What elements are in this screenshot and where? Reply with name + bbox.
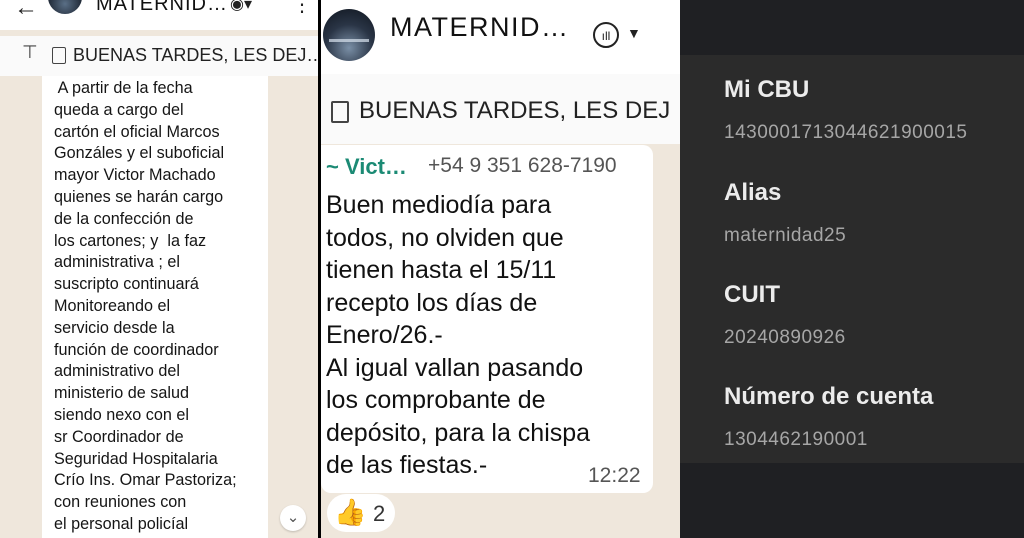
alias-value[interactable]: maternidad25 bbox=[724, 225, 846, 247]
reaction-count: 2 bbox=[373, 501, 386, 526]
pinned-message-bar[interactable]: ⊤ BUENAS TARDES, LES DEJ… bbox=[0, 36, 318, 76]
voice-call-icon[interactable]: ◉▾ bbox=[230, 0, 252, 14]
bank-details-screenshot: Mi CBU 1430001713044621900015 Alias mate… bbox=[680, 0, 1024, 538]
account-number-value[interactable]: 1304462190001 bbox=[724, 429, 868, 451]
chat-title[interactable]: MATERNID… bbox=[96, 0, 228, 16]
thumbs-up-icon: 👍 bbox=[334, 497, 367, 527]
sender-phone: +54 9 351 628-7190 bbox=[428, 154, 617, 177]
chat-header: ← MATERNID… ◉▾ ⋮ bbox=[0, 0, 318, 30]
top-bar bbox=[680, 0, 1024, 55]
document-icon bbox=[52, 47, 66, 64]
message-bubble[interactable]: A partir de la fecha queda a cargo del c… bbox=[42, 76, 268, 538]
middle-chat-screenshot: MATERNID… ıll ▼ BUENAS TARDES, LES DEJ ~… bbox=[321, 0, 680, 538]
message-time: 12:22 bbox=[588, 464, 641, 487]
voice-call-icon[interactable]: ıll bbox=[593, 22, 619, 48]
account-details-card: Mi CBU 1430001713044621900015 Alias mate… bbox=[680, 55, 1024, 463]
chat-header: MATERNID… ıll ▼ bbox=[321, 0, 680, 74]
cbu-value[interactable]: 1430001713044621900015 bbox=[724, 122, 967, 144]
back-arrow-icon[interactable]: ← bbox=[14, 0, 38, 22]
scroll-down-icon[interactable]: ⌄ bbox=[280, 505, 306, 531]
chat-title[interactable]: MATERNID… bbox=[390, 12, 570, 43]
group-avatar[interactable] bbox=[323, 9, 375, 61]
left-chat-screenshot: ← MATERNID… ◉▾ ⋮ ⊤ BUENAS TARDES, LES DE… bbox=[0, 0, 318, 538]
chevron-down-icon[interactable]: ▼ bbox=[627, 25, 641, 41]
pinned-message-text: BUENAS TARDES, LES DEJ bbox=[359, 97, 671, 124]
bottom-area bbox=[680, 463, 1024, 538]
cuit-value[interactable]: 20240890926 bbox=[724, 327, 846, 349]
more-options-icon[interactable]: ⋮ bbox=[292, 0, 312, 17]
pinned-message-bar[interactable]: BUENAS TARDES, LES DEJ bbox=[321, 74, 680, 144]
group-avatar[interactable] bbox=[48, 0, 82, 14]
message-bubble[interactable]: ~ Vict… +54 9 351 628-7190 Buen mediodía… bbox=[321, 145, 653, 493]
alias-label: Alias bbox=[724, 179, 782, 206]
message-text: Buen mediodía para todos, no olviden que… bbox=[326, 191, 591, 479]
account-number-label: Número de cuenta bbox=[724, 383, 934, 410]
cuit-label: CUIT bbox=[724, 281, 780, 308]
sender-name[interactable]: ~ Vict… bbox=[326, 154, 407, 180]
pinned-message-text: BUENAS TARDES, LES DEJ… bbox=[73, 45, 318, 65]
cbu-label: Mi CBU bbox=[724, 76, 810, 103]
document-icon bbox=[331, 101, 349, 123]
reaction-badge[interactable]: 👍 2 bbox=[327, 494, 395, 532]
message-text: A partir de la fecha queda a cargo del c… bbox=[54, 79, 237, 533]
pin-icon: ⊤ bbox=[22, 42, 38, 62]
